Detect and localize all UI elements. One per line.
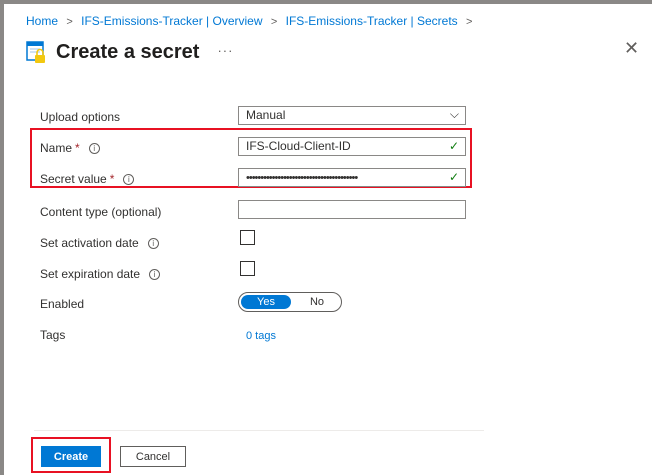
content-type-label: Content type (optional) <box>40 205 161 219</box>
expiration-date-label-text: Set expiration date <box>40 267 141 281</box>
checkmark-icon: ✓ <box>448 139 459 153</box>
upload-options-value: Manual <box>246 108 286 122</box>
more-icon[interactable]: ··· <box>217 43 233 58</box>
window-frame-top <box>0 0 652 4</box>
secret-value-label-text: Secret value <box>40 172 107 186</box>
page-title: Create a secret <box>56 40 200 63</box>
expiration-date-label: Set expiration date i <box>40 267 161 281</box>
info-icon[interactable]: i <box>147 238 159 249</box>
activation-date-label-text: Set activation date <box>40 236 139 250</box>
info-icon[interactable]: i <box>88 143 100 154</box>
footer-divider <box>34 430 484 431</box>
name-input[interactable]: IFS-Cloud-Client-ID ✓ <box>238 137 466 156</box>
info-icon[interactable]: i <box>149 269 161 280</box>
secret-value-masked: ••••••••••••••••••••••••••••••••••••••• <box>246 172 358 184</box>
breadcrumb-separator: > <box>466 16 473 28</box>
activation-date-label: Set activation date i <box>40 236 159 250</box>
name-value: IFS-Cloud-Client-ID <box>246 139 351 153</box>
title-row: Create a secret ··· <box>26 38 233 66</box>
breadcrumb-overview[interactable]: IFS-Emissions-Tracker | Overview <box>81 14 262 28</box>
secret-value-input[interactable]: ••••••••••••••••••••••••••••••••••••••• … <box>238 168 466 187</box>
close-icon[interactable]: ✕ <box>624 38 639 59</box>
breadcrumb: Home > IFS-Emissions-Tracker | Overview … <box>26 14 477 28</box>
chevron-down-icon: ⌵ <box>449 107 459 121</box>
key-vault-secret-icon <box>26 41 45 63</box>
breadcrumb-secrets[interactable]: IFS-Emissions-Tracker | Secrets <box>286 14 458 28</box>
info-icon[interactable]: i <box>123 174 135 185</box>
upload-options-label-text: Upload options <box>40 110 121 124</box>
tags-label-text: Tags <box>40 328 66 342</box>
enabled-toggle[interactable]: Yes No <box>238 292 342 312</box>
tags-label: Tags <box>40 328 65 342</box>
create-button[interactable]: Create <box>41 446 101 467</box>
enabled-label: Enabled <box>40 297 84 311</box>
secret-value-label: Secret value * i <box>40 172 135 186</box>
window-frame-left <box>0 0 4 475</box>
enabled-label-text: Enabled <box>40 297 85 311</box>
content-type-input[interactable] <box>238 200 466 219</box>
upload-options-label: Upload options <box>40 110 120 124</box>
required-marker: * <box>75 141 80 155</box>
content-type-label-text: Content type (optional) <box>40 205 162 219</box>
required-marker: * <box>109 172 115 186</box>
upload-options-dropdown[interactable]: Manual ⌵ <box>238 106 466 125</box>
name-label: Name * i <box>40 141 100 155</box>
checkmark-icon: ✓ <box>448 170 459 184</box>
breadcrumb-separator: > <box>66 16 73 28</box>
toggle-yes-option[interactable]: Yes <box>241 295 291 309</box>
breadcrumb-separator: > <box>270 16 278 28</box>
toggle-no-option[interactable]: No <box>299 295 335 309</box>
name-label-text: Name <box>40 141 73 155</box>
activation-date-checkbox[interactable] <box>240 230 255 245</box>
breadcrumb-home[interactable]: Home <box>26 14 58 28</box>
tags-link[interactable]: 0 tags <box>246 330 276 342</box>
cancel-button[interactable]: Cancel <box>120 446 186 467</box>
expiration-date-checkbox[interactable] <box>240 261 255 276</box>
